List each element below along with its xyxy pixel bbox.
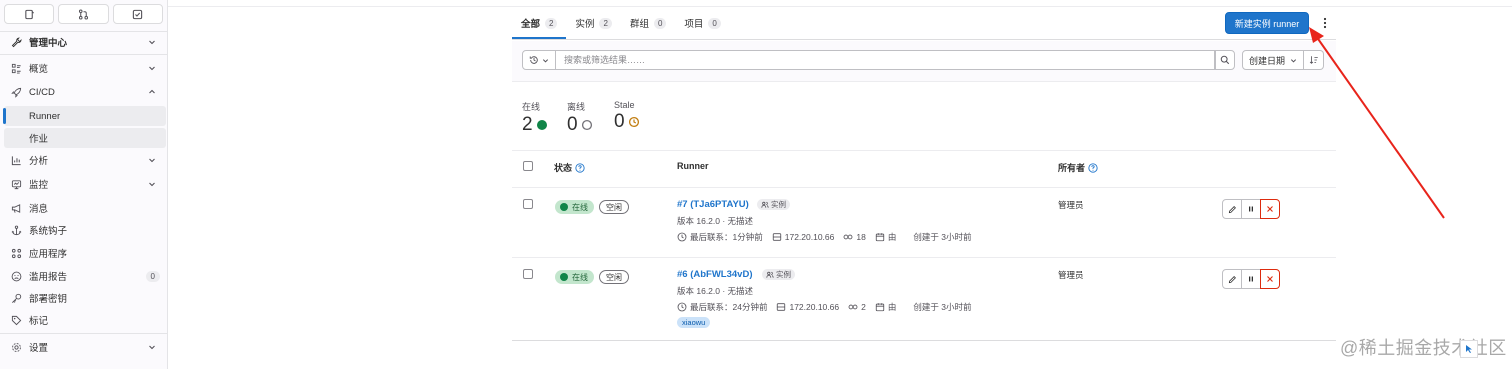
delete-button[interactable] [1260, 199, 1280, 219]
close-icon [1267, 276, 1273, 282]
floating-widget[interactable] [1460, 340, 1478, 358]
annotation-arrow [1309, 27, 1445, 219]
cursor-icon [1466, 345, 1472, 353]
close-icon [1267, 206, 1273, 212]
watermark: @稀土掘金技术社区 [1340, 338, 1507, 358]
delete-button[interactable] [1260, 269, 1280, 289]
